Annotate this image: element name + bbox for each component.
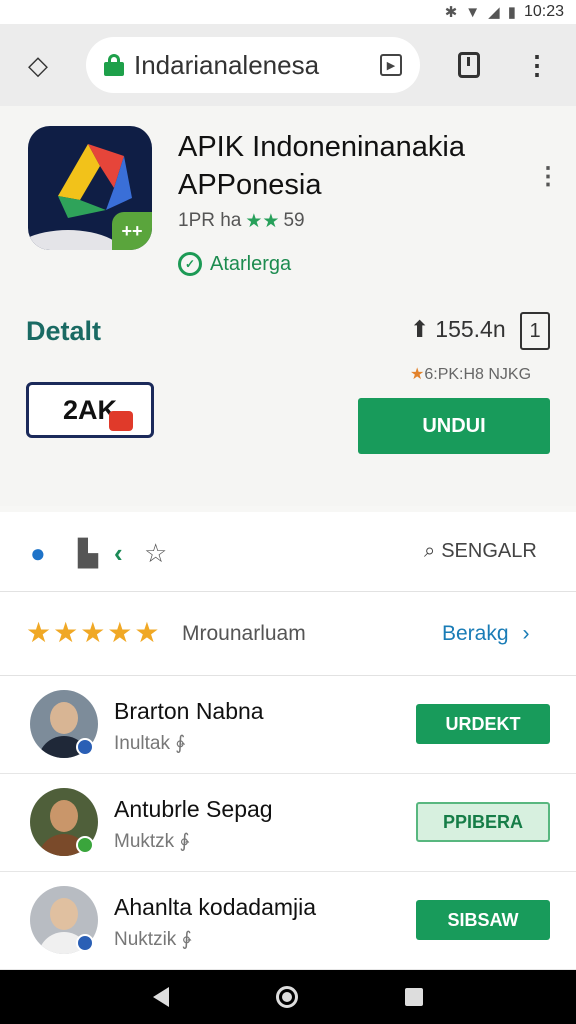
battery-icon: ▮ [507, 4, 516, 21]
list-item[interactable]: Brarton Nabna Inultak ∳ URDEKT [0, 676, 576, 774]
verified-badge: ✓ Atarlerga [178, 252, 291, 276]
app-card: ++ APIK Indoneninanakia APPonesia ⋮ 1PR … [0, 106, 576, 506]
search-link[interactable]: ⌕ SENGALR [424, 540, 537, 563]
reviewer-meta: Inultak ∳ [114, 733, 186, 754]
avatar-badge [76, 738, 94, 756]
wifi-icon: ▼ [465, 3, 481, 21]
detail-heading: Detalt [26, 316, 102, 346]
app-meta: 1PR ha ★★ 59 [178, 210, 305, 233]
chevron-right-icon: › [522, 622, 530, 645]
signal-icon: ◢ [488, 4, 500, 21]
bluetooth-icon: ✱ [444, 4, 458, 21]
play-icon[interactable]: ▶ [380, 54, 402, 76]
nav-home-icon[interactable] [275, 986, 298, 1008]
reviews-link-label: Berakg [442, 622, 509, 645]
meta-count: 59 [283, 210, 305, 231]
url-text: Indarianalenesa [134, 49, 320, 80]
reviewer-name: Brarton Nabna [114, 698, 264, 724]
lock-icon [104, 54, 124, 76]
follow-button[interactable]: PPIBERA [416, 802, 550, 842]
rating-summary-text: 6:PK:H8 NJKG [424, 366, 532, 383]
follow-button[interactable]: URDEKT [416, 704, 550, 744]
follow-button[interactable]: SIBSAW [416, 900, 550, 940]
nav-recents-icon[interactable] [404, 988, 423, 1006]
list-item[interactable]: Ahanlta kodadamjia Nuktzik ∳ SIBSAW [0, 872, 576, 970]
overflow-menu-icon[interactable]: ⋮ [524, 50, 550, 81]
status-icons: ✱ ▼ ◢ ▮ [444, 3, 516, 22]
rating-summary: ★6:PK:H8 NJKG [410, 364, 531, 384]
list-item[interactable]: Antubrle Sepag Muktzk ∳ PPIBERA [0, 774, 576, 872]
avatar-badge [76, 934, 94, 952]
tabs-button[interactable] [454, 50, 484, 80]
reviewer-name: Ahanlta kodadamjia [114, 894, 317, 920]
home-button[interactable]: ◇ [14, 41, 62, 89]
download-icon: ⬆ [410, 316, 430, 342]
install-button[interactable]: UNDUI [358, 398, 550, 454]
avatar-badge [76, 836, 94, 854]
nav-back-icon[interactable] [153, 987, 170, 1007]
system-nav-bar [0, 970, 576, 1024]
app-badge: ++ [112, 212, 152, 250]
meta-prefix: 1PR ha [178, 210, 242, 231]
star-icon: ★ [410, 366, 425, 383]
rating-row: ★★★★★ Mrounarluam Berakg › [0, 592, 576, 676]
rating-stars: ★★★★★ [26, 617, 162, 648]
share-icon[interactable]: ▙ [78, 538, 98, 569]
reviewer-meta: Nuktzik ∳ [114, 929, 192, 950]
app-title: APIK Indoneninanakia APPonesia [178, 131, 465, 201]
downloads-value: 155.4n [435, 316, 506, 342]
status-bar: ✱ ▼ ◢ ▮ 10:23 [0, 0, 576, 24]
pin-icon[interactable]: ● [30, 538, 46, 569]
reviewer-meta: Muktzk ∳ [114, 831, 190, 852]
app-icon[interactable]: ++ [28, 126, 152, 250]
bookmark-icon[interactable]: 1 [520, 312, 550, 350]
back-arrow-icon[interactable]: ‹ [114, 538, 123, 569]
reviewer-list: Brarton Nabna Inultak ∳ URDEKT Antubrle … [0, 676, 576, 970]
address-bar[interactable]: Indarianalenesa ▶ [86, 37, 420, 93]
tabs-icon [458, 52, 480, 78]
rating-label: Mrounarluam [182, 622, 306, 645]
more-options-icon[interactable]: ⋮ [536, 162, 560, 191]
star-outline-icon[interactable]: ☆ [144, 538, 167, 569]
verified-label: Atarlerga [210, 252, 292, 275]
action-row: ● ▙ ‹ ☆ ⌕ SENGALR [0, 512, 576, 592]
status-time: 10:23 [523, 3, 564, 20]
meta-stars: ★★ [245, 211, 280, 232]
search-icon: ⌕ [424, 540, 436, 562]
verified-icon: ✓ [178, 252, 202, 276]
downloads-count: ⬆ 155.4n [410, 316, 506, 343]
browser-toolbar: ◇ Indarianalenesa ▶ ⋮ [0, 24, 576, 106]
home-icon: ◇ [28, 49, 48, 80]
reviewer-name: Antubrle Sepag [114, 796, 273, 822]
developer-logo[interactable]: 2AK [26, 382, 154, 438]
search-label: SENGALR [441, 540, 537, 562]
reviews-link[interactable]: Berakg › [442, 622, 530, 646]
